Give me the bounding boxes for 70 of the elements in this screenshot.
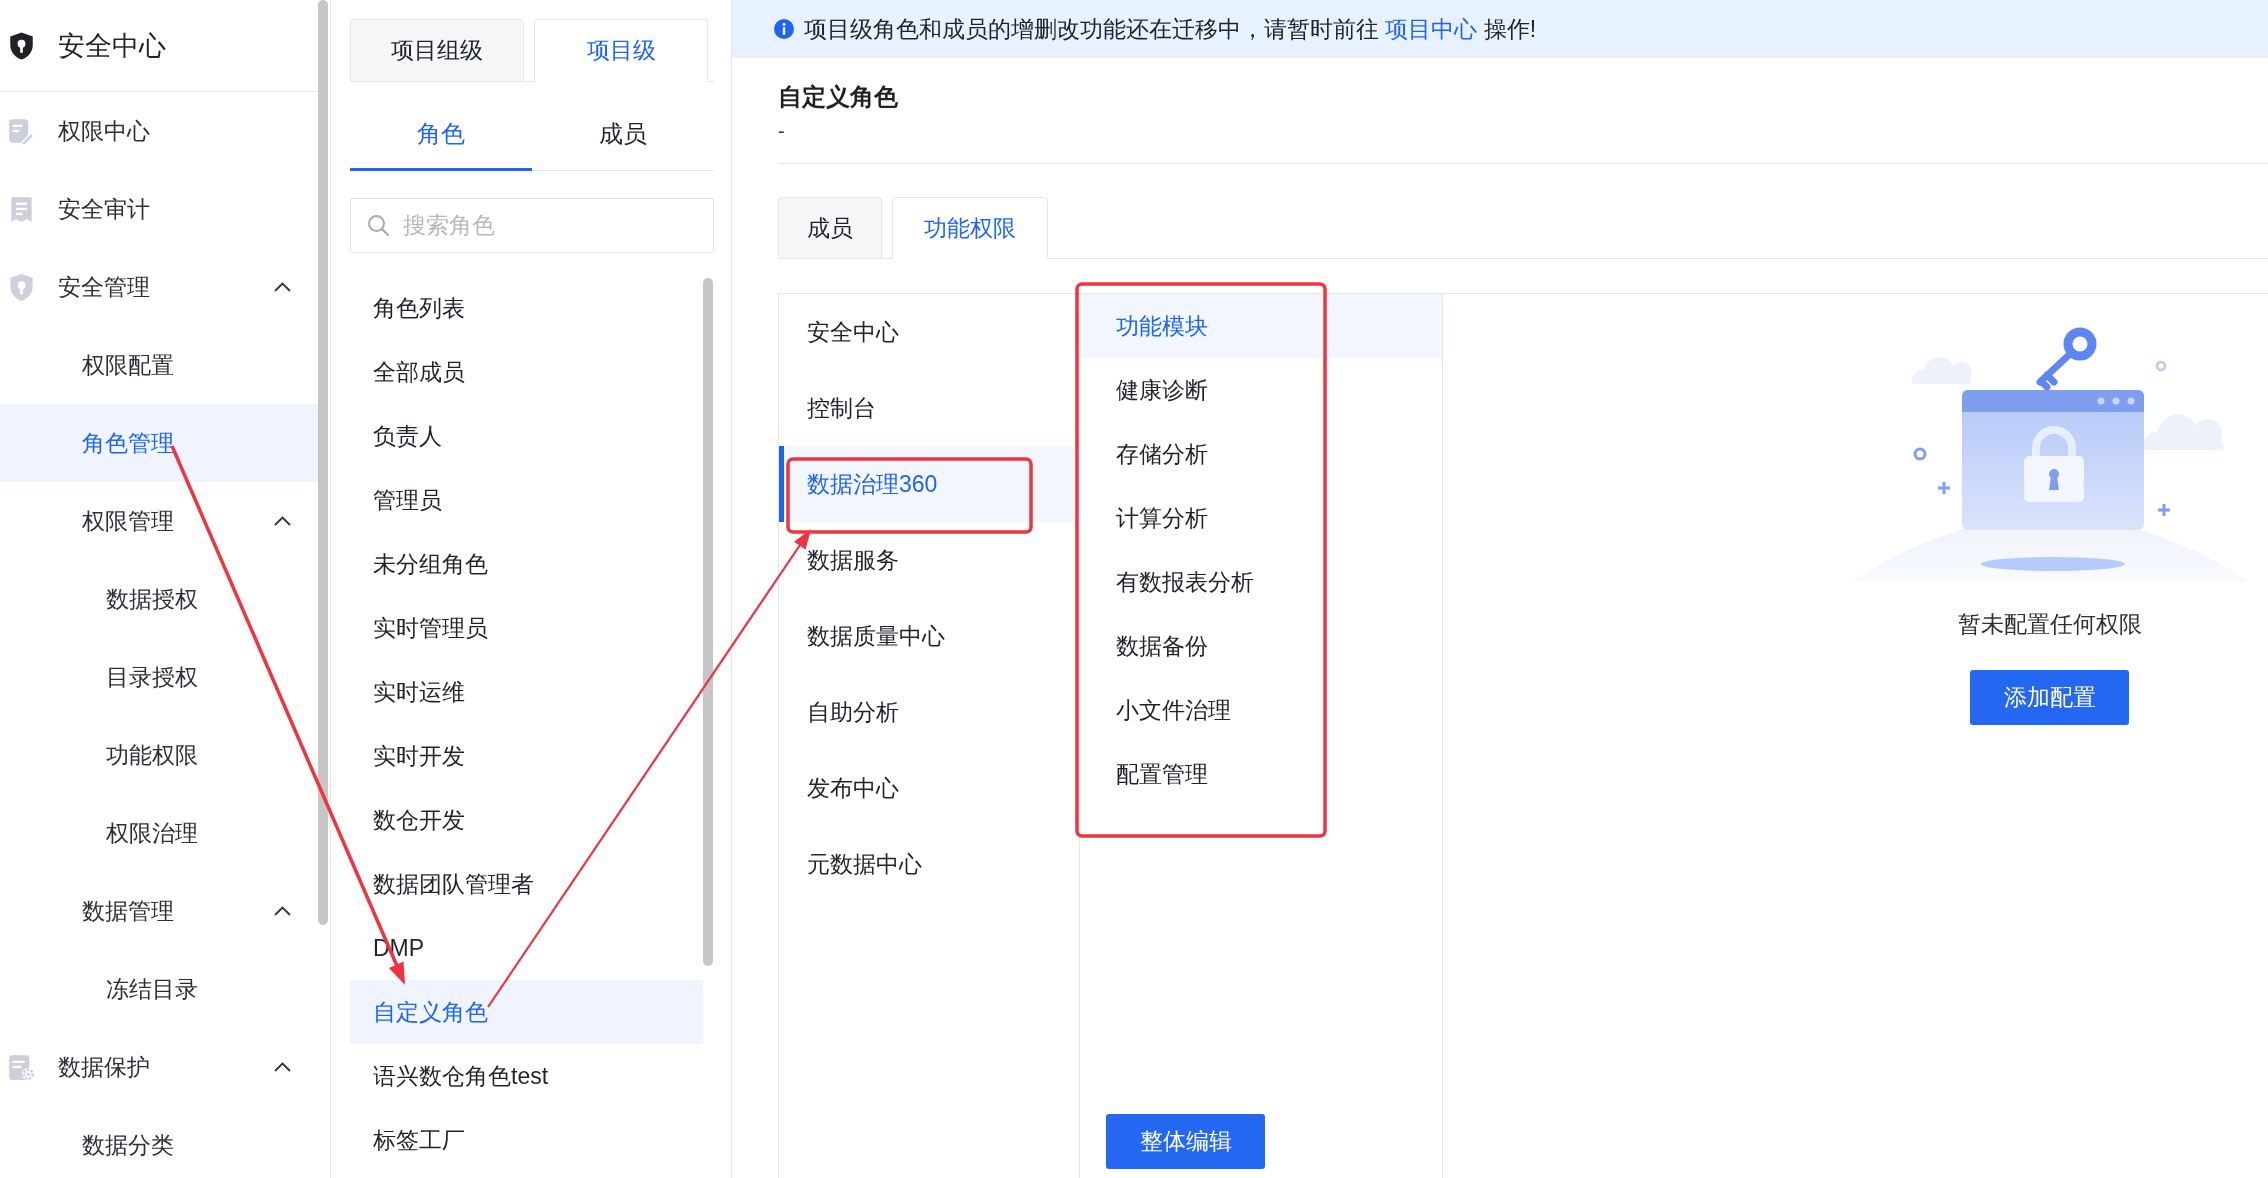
sidebar-item[interactable]: 权限配置 — [0, 326, 318, 404]
role-item[interactable]: 实时运维 — [350, 660, 703, 724]
role-item[interactable]: 自定义角色 — [350, 980, 703, 1044]
edit-all-button[interactable]: 整体编辑 — [1106, 1114, 1265, 1169]
module-item[interactable]: 数据备份 — [1080, 614, 1442, 678]
sidebar-item[interactable]: 权限管理 — [0, 482, 318, 560]
module-item[interactable]: 配置管理 — [1080, 742, 1442, 806]
role-item[interactable]: 数仓开发 — [350, 788, 703, 852]
role-item[interactable]: 负责人 — [350, 404, 703, 468]
search-icon — [367, 214, 389, 236]
scrollbar-thumb[interactable] — [318, 0, 328, 925]
module-item[interactable]: 小文件治理 — [1080, 678, 1442, 742]
chevron-icon[interactable] — [274, 906, 291, 916]
role-item[interactable]: 标签工厂 — [350, 1108, 703, 1172]
role-item[interactable]: 角色列表 — [350, 276, 703, 340]
role-item[interactable]: 数据团队管理者 — [350, 852, 703, 916]
product-item[interactable]: 元数据中心 — [779, 826, 1079, 902]
role-item[interactable]: 实时开发 — [350, 724, 703, 788]
product-item[interactable]: 安全中心 — [779, 294, 1079, 370]
tab[interactable]: 项目组级 — [350, 19, 524, 82]
scrollbar-thumb[interactable] — [703, 278, 713, 966]
sidebar-item[interactable]: 数据管理 — [0, 872, 318, 950]
tab[interactable]: 成员 — [778, 197, 882, 259]
role-item[interactable]: 全部成员 — [350, 340, 703, 404]
sidebar-item[interactable]: 冻结目录 — [0, 950, 318, 1028]
sidebar-item[interactable]: 安全审计 — [0, 170, 318, 248]
sidebar-item[interactable]: 安全管理 — [0, 248, 318, 326]
product-item[interactable]: 数据服务 — [779, 522, 1079, 598]
tab[interactable]: 项目级 — [534, 19, 708, 82]
product-item[interactable]: 自助分析 — [779, 674, 1079, 750]
module-item[interactable]: 有数报表分析 — [1080, 550, 1442, 614]
sidebar-item[interactable]: 目录授权 — [0, 638, 318, 716]
add-config-button[interactable]: 添加配置 — [1970, 670, 2129, 725]
module-item[interactable]: 功能模块 — [1080, 294, 1442, 358]
project-center-link[interactable]: 项目中心 — [1385, 15, 1478, 42]
notice-text: 项目级角色和成员的增删改功能还在迁移中，请暂时前往 项目中心 操作! — [804, 14, 1537, 44]
sidebar-item[interactable]: 权限中心 — [0, 92, 318, 170]
chevron-icon[interactable] — [274, 282, 291, 292]
product-item[interactable]: 数据质量中心 — [779, 598, 1079, 674]
role-description: - — [778, 119, 785, 144]
empty-message: 暂未配置任何权限 — [1957, 610, 2142, 639]
tab[interactable]: 角色 — [350, 99, 532, 171]
sidebar-item[interactable]: 功能权限 — [0, 716, 318, 794]
product-item[interactable]: 发布中心 — [779, 750, 1079, 826]
role-title: 自定义角色 — [778, 82, 898, 112]
sidebar-item[interactable]: 数据保护 — [0, 1028, 318, 1106]
module-item[interactable]: 健康诊断 — [1080, 358, 1442, 422]
shield-icon — [8, 272, 35, 302]
sidebar-item[interactable]: 权限治理 — [0, 794, 318, 872]
tab[interactable]: 成员 — [532, 99, 714, 171]
role-item[interactable]: 实时管理员 — [350, 596, 703, 660]
document-edit-icon — [8, 117, 35, 145]
chevron-icon[interactable] — [274, 1062, 291, 1072]
role-item[interactable]: 未分组角色 — [350, 532, 703, 596]
sidebar-title: 安全中心 — [58, 29, 166, 63]
receipt-icon — [8, 195, 35, 223]
sidebar-item[interactable]: 数据授权 — [0, 560, 318, 638]
role-item[interactable]: 管理员 — [350, 468, 703, 532]
search-field[interactable]: 搜索角色 — [350, 198, 714, 253]
role-item[interactable]: 语兴数仓角色test — [350, 1044, 703, 1108]
product-item[interactable]: 控制台 — [779, 370, 1079, 446]
info-icon — [774, 19, 794, 39]
sidebar-item[interactable]: 角色管理 — [0, 404, 318, 482]
chevron-icon[interactable] — [274, 516, 291, 526]
module-item[interactable]: 计算分析 — [1080, 486, 1442, 550]
document-gear-icon — [8, 1053, 35, 1081]
sidebar-item[interactable]: 数据分类 — [0, 1106, 318, 1178]
module-item[interactable]: 存储分析 — [1080, 422, 1442, 486]
shield-keyhole-icon — [8, 30, 35, 61]
tab[interactable]: 功能权限 — [892, 197, 1048, 259]
